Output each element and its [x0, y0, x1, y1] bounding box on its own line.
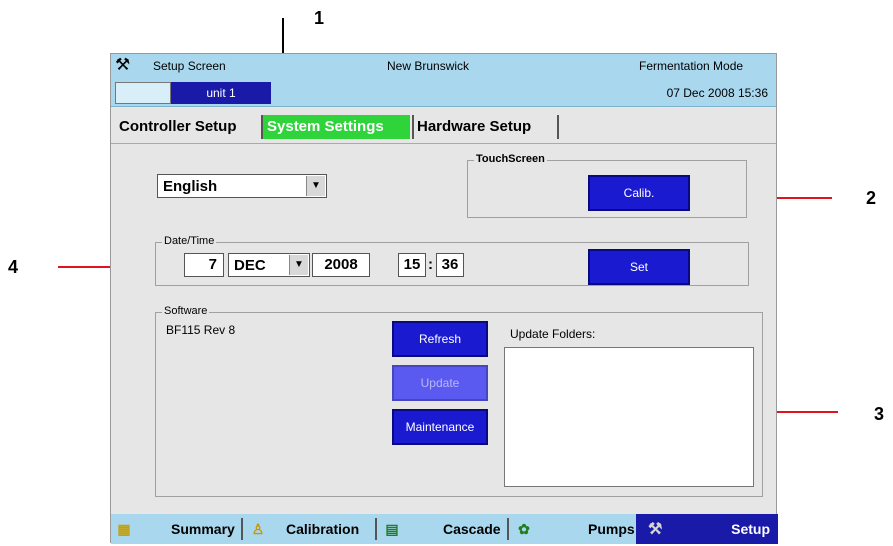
touchscreen-legend: TouchScreen	[474, 153, 547, 165]
tab-underline	[111, 143, 776, 144]
day-value: 7	[208, 256, 217, 273]
pump-icon: ✿	[518, 521, 530, 537]
nav-divider	[241, 518, 243, 540]
nav-setup-button[interactable]: ⚒ Setup	[636, 514, 778, 544]
datetime-group: Date/Time 7 DEC ▼ 2008 15 : 36 Set	[155, 235, 749, 286]
datetime-legend: Date/Time	[162, 235, 217, 247]
setup-screen: ⚒ Setup Screen New Brunswick Fermentatio…	[110, 53, 778, 544]
update-folders-label: Update Folders:	[510, 327, 596, 341]
title-bar: ⚒ Setup Screen New Brunswick Fermentatio…	[111, 54, 776, 80]
hour-field[interactable]: 15	[398, 253, 426, 277]
unit-bar: unit 1 07 Dec 2008 15:36	[111, 79, 776, 107]
nav-calibration[interactable]: Calibration	[286, 514, 359, 544]
refresh-button[interactable]: Refresh	[392, 321, 488, 357]
nav-divider	[375, 518, 377, 540]
tab-hardware-setup[interactable]: Hardware Setup	[413, 115, 535, 139]
day-field[interactable]: 7	[184, 253, 224, 277]
nav-summary[interactable]: Summary	[171, 514, 235, 544]
language-value: English	[163, 178, 218, 195]
update-folders-list[interactable]	[504, 347, 754, 487]
unit-button[interactable]: unit 1	[171, 82, 271, 104]
cascade-icon: ▤	[385, 521, 399, 537]
year-field[interactable]: 2008	[312, 253, 370, 277]
software-legend: Software	[162, 305, 210, 317]
touchscreen-group: TouchScreen Calib.	[467, 153, 747, 218]
unit-selector-left[interactable]	[115, 82, 171, 104]
tab-controller-setup[interactable]: Controller Setup	[115, 115, 241, 139]
brand-name: New Brunswick	[387, 59, 470, 73]
time-separator: :	[428, 256, 433, 273]
maintenance-button[interactable]: Maintenance	[392, 409, 488, 445]
nav-pumps[interactable]: Pumps	[588, 514, 635, 544]
language-dropdown[interactable]: English ▼	[157, 174, 327, 198]
chevron-down-icon[interactable]: ▼	[289, 255, 308, 275]
minute-value: 36	[441, 256, 459, 273]
tab-divider	[557, 115, 559, 139]
callout-2: 2	[866, 188, 877, 208]
callout-1: 1	[314, 8, 325, 28]
month-dropdown[interactable]: DEC ▼	[228, 253, 310, 277]
bottom-nav: ▦ Summary ♙ Calibration ▤ Cascade ✿ Pump…	[111, 514, 778, 544]
callout-4: 4	[8, 257, 19, 277]
tab-system-settings[interactable]: System Settings	[263, 115, 410, 139]
calib-button[interactable]: Calib.	[588, 175, 690, 211]
minute-field[interactable]: 36	[436, 253, 464, 277]
software-version: BF115 Rev 8	[166, 323, 236, 337]
screen-title: Setup Screen	[153, 59, 226, 73]
software-group: Software BF115 Rev 8 Refresh Update Main…	[155, 305, 763, 497]
nav-setup-label: Setup	[731, 521, 770, 537]
year-value: 2008	[324, 256, 358, 273]
datetime-display: 07 Dec 2008 15:36	[666, 86, 768, 100]
nav-cascade[interactable]: Cascade	[443, 514, 501, 544]
nav-divider	[507, 518, 509, 540]
wrench-icon: ⚒	[115, 55, 131, 74]
wrench-icon: ⚒	[648, 521, 663, 538]
hour-value: 15	[403, 256, 421, 273]
grid-icon: ▦	[117, 521, 131, 537]
tab-bar: Controller Setup System Settings Hardwar…	[111, 113, 776, 141]
set-button[interactable]: Set	[588, 249, 690, 285]
chevron-down-icon[interactable]: ▼	[306, 176, 325, 196]
update-button[interactable]: Update	[392, 365, 488, 401]
month-value: DEC	[234, 257, 266, 274]
callout-3: 3	[874, 404, 885, 424]
mode-label: Fermentation Mode	[639, 59, 744, 73]
probe-icon: ♙	[251, 521, 265, 537]
